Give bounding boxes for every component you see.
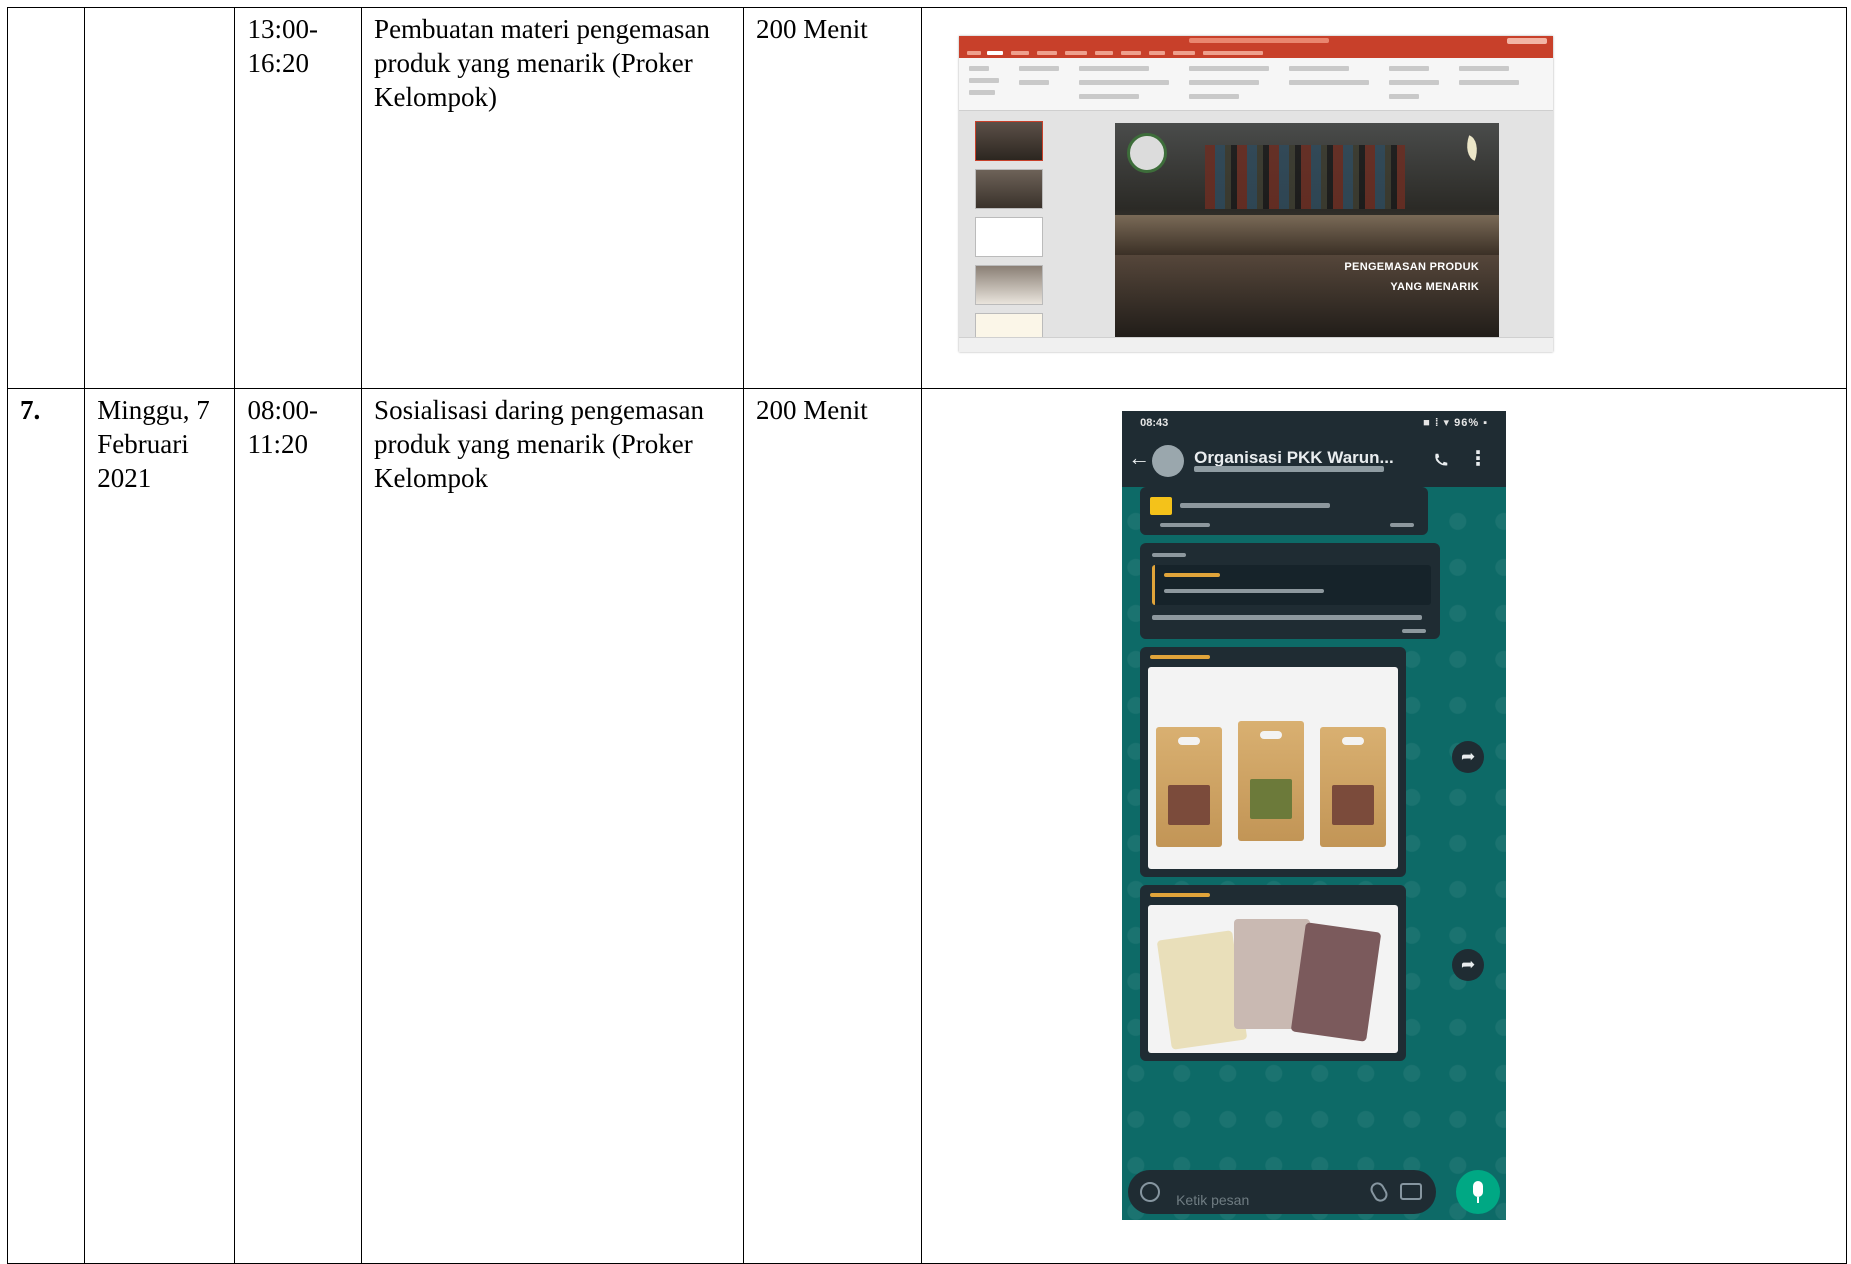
attach-icon[interactable] — [1368, 1179, 1391, 1205]
documentation-cell: 08:43 ■ ⁞ ▾ 96% ▪ ← Organisasi PKK Warun… — [921, 388, 1847, 1264]
slide-thumbnail[interactable] — [975, 217, 1044, 257]
time-cell: 08:00- 11:20 — [234, 388, 363, 1264]
documentation-cell: PENGEMASAN PRODUK YANG MENARIK — [921, 7, 1847, 389]
product-photo-boxes[interactable] — [1148, 667, 1399, 869]
call-icon[interactable] — [1432, 451, 1450, 469]
activity-log-table: 13:00- 16:20 Pembuatan materi pengemasan… — [6, 7, 1847, 1264]
slide-thumbnail[interactable] — [975, 169, 1044, 209]
menu-icon[interactable]: ⋮ — [1468, 449, 1488, 469]
table-row: 7. Minggu, 7 Februari 2021 08:00- 11:20 … — [6, 388, 1847, 1264]
image-message[interactable] — [1140, 647, 1407, 877]
duration-cell: 200 Menit — [742, 7, 923, 389]
row-number-cell — [6, 7, 86, 389]
date-cell: Minggu, 7 Februari 2021 — [84, 388, 236, 1264]
forward-icon[interactable]: ➦ — [1452, 741, 1485, 773]
product-photo-pouches[interactable] — [1148, 905, 1399, 1053]
ppt-ribbon — [959, 58, 1554, 111]
slide-thumbnail[interactable] — [975, 121, 1044, 161]
document-message[interactable] — [1140, 487, 1429, 535]
date-cell — [84, 7, 236, 389]
chat-header: ← Organisasi PKK Warun... ⋮ — [1122, 435, 1507, 487]
whatsapp-screenshot: 08:43 ■ ⁞ ▾ 96% ▪ ← Organisasi PKK Warun… — [1122, 411, 1507, 1220]
activity-cell: Pembuatan materi pengemasan produk yang … — [361, 7, 744, 389]
mic-icon[interactable] — [1456, 1170, 1501, 1214]
ppt-slide-thumbnails — [965, 117, 1045, 352]
message-input-placeholder: Ketik pesan — [1176, 1192, 1250, 1208]
ppt-ribbon-tabs — [959, 48, 1554, 58]
camera-icon[interactable] — [1400, 1183, 1423, 1200]
back-arrow-icon[interactable]: ← — [1128, 447, 1150, 469]
group-avatar[interactable] — [1152, 445, 1185, 477]
image-message[interactable] — [1140, 885, 1407, 1061]
document-icon — [1150, 497, 1173, 515]
leaf-logo-icon — [1461, 135, 1483, 161]
forward-icon[interactable]: ➦ — [1452, 949, 1485, 981]
table-row: 13:00- 16:20 Pembuatan materi pengemasan… — [6, 7, 1847, 389]
ppt-status-bar — [959, 337, 1554, 352]
emoji-icon[interactable] — [1140, 1182, 1161, 1202]
ppt-workspace: PENGEMASAN PRODUK YANG MENARIK — [959, 111, 1554, 352]
ppt-current-slide: PENGEMASAN PRODUK YANG MENARIK — [1115, 123, 1500, 337]
ppt-title-bar — [959, 36, 1554, 48]
duration-cell: 200 Menit — [742, 388, 923, 1264]
university-logo-icon — [1127, 133, 1168, 173]
reply-message[interactable] — [1140, 543, 1441, 639]
slide-title: PENGEMASAN PRODUK YANG MENARIK — [1344, 261, 1480, 293]
chat-members — [1194, 466, 1385, 472]
message-input[interactable]: Ketik pesan — [1128, 1170, 1437, 1214]
phone-status-bar: 08:43 ■ ⁞ ▾ 96% ▪ — [1122, 411, 1507, 435]
time-cell: 13:00- 16:20 — [234, 7, 363, 389]
activity-cell: Sosialisasi daring pengemasan produk yan… — [361, 388, 744, 1264]
row-number-cell: 7. — [6, 388, 86, 1264]
slide-thumbnail[interactable] — [975, 265, 1044, 305]
powerpoint-screenshot: PENGEMASAN PRODUK YANG MENARIK — [959, 36, 1554, 352]
